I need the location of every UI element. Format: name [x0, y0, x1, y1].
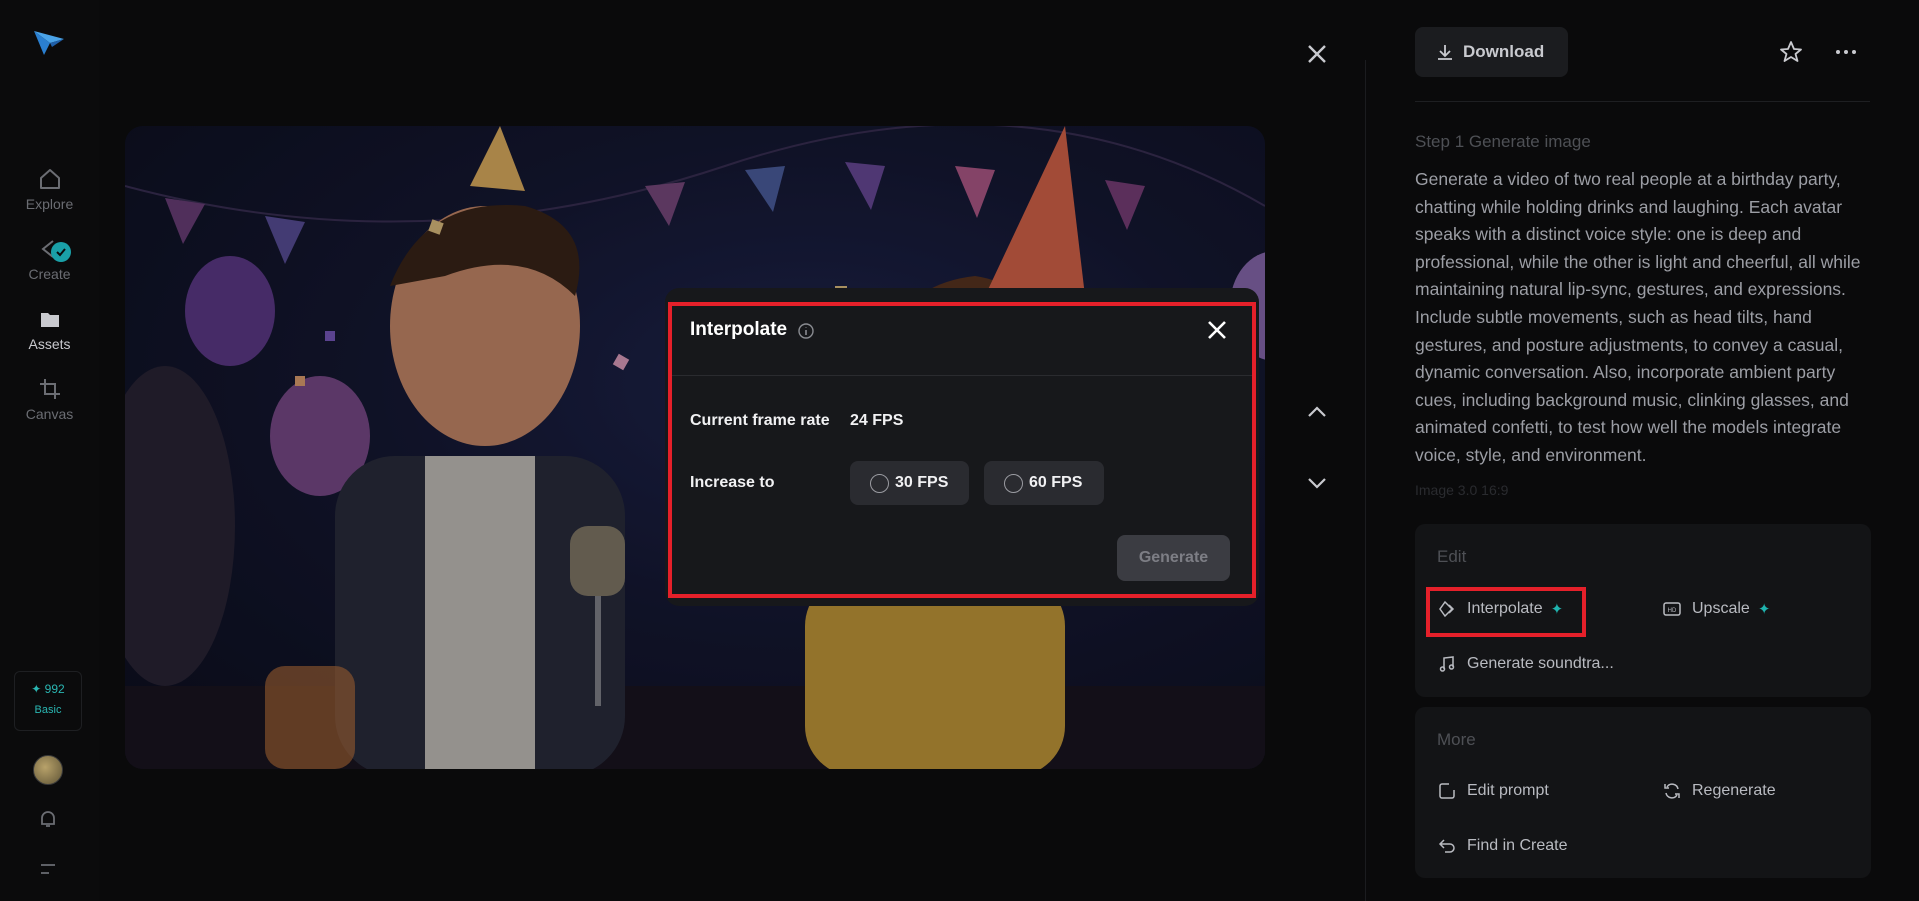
- avatar[interactable]: [33, 755, 63, 785]
- soundtrack-label: Generate soundtra...: [1467, 655, 1614, 672]
- find-in-create-action[interactable]: Find in Create: [1437, 836, 1568, 856]
- svg-text:HD: HD: [1668, 608, 1677, 614]
- more-card-title: More: [1437, 730, 1476, 749]
- regenerate-action[interactable]: Regenerate: [1662, 781, 1776, 801]
- sidebar-item-label: Create: [28, 266, 71, 282]
- step-label: Step 1 Generate image: [1415, 132, 1591, 151]
- increase-to-label: Increase to: [690, 474, 775, 491]
- fps-option-label: 60 FPS: [1029, 474, 1083, 491]
- interpolate-label: Interpolate: [1467, 600, 1543, 617]
- sidebar-item-explore[interactable]: Explore: [0, 166, 99, 212]
- radio-icon: [870, 473, 889, 493]
- menu-icon[interactable]: [37, 858, 59, 880]
- find-in-create-label: Find in Create: [1467, 837, 1568, 854]
- credits-badge[interactable]: ✦ 992 Basic: [14, 671, 82, 731]
- radio-icon: [1004, 473, 1023, 493]
- music-note-icon: [1439, 656, 1455, 672]
- home-icon: [39, 169, 60, 189]
- download-label: Download: [1463, 42, 1545, 61]
- current-frame-rate-value: 24 FPS: [850, 412, 904, 429]
- prompt-text: Generate a video of two real people at a…: [1415, 169, 1861, 465]
- refresh-icon: [1664, 783, 1680, 799]
- star-icon[interactable]: [1779, 40, 1803, 64]
- dialog-title: Interpolate: [690, 319, 788, 340]
- regenerate-label: Regenerate: [1692, 782, 1776, 799]
- sidebar-item-label: Explore: [25, 196, 74, 212]
- current-frame-rate-label: Current frame rate: [690, 412, 830, 429]
- upscale-label: Upscale: [1692, 600, 1750, 617]
- sparkle-icon: ✦: [1757, 601, 1771, 618]
- dialog-close-icon[interactable]: [1205, 318, 1229, 342]
- folder-icon: [40, 313, 59, 327]
- bell-icon[interactable]: [37, 808, 59, 830]
- left-sidebar: Explore Create Assets Canvas ✦ 992 Basic: [0, 0, 99, 901]
- check-badge-icon: [51, 242, 71, 262]
- upscale-action[interactable]: HD Upscale ✦: [1662, 599, 1770, 619]
- more-options-icon[interactable]: [1833, 40, 1859, 64]
- return-icon: [1438, 839, 1455, 853]
- interpolate-action[interactable]: Interpolate ✦: [1437, 599, 1563, 619]
- image-meta: Image 3.0 16:9: [1415, 482, 1509, 498]
- download-icon: [1438, 45, 1452, 60]
- app-logo-icon[interactable]: [32, 25, 66, 59]
- dialog-divider: [672, 375, 1252, 376]
- fps-option-label: 30 FPS: [895, 474, 949, 491]
- sidebar-item-assets[interactable]: Assets: [0, 306, 99, 352]
- plan-label: Basic: [34, 704, 62, 716]
- sidebar-item-label: Assets: [28, 336, 71, 352]
- edit-card-title: Edit: [1437, 547, 1467, 566]
- generate-soundtrack-action[interactable]: Generate soundtra...: [1437, 654, 1614, 674]
- sidebar-item-create[interactable]: Create: [0, 236, 99, 282]
- info-icon[interactable]: [797, 322, 815, 340]
- chevron-down-icon[interactable]: [1303, 469, 1331, 497]
- panel-divider: [1415, 101, 1870, 102]
- edit-prompt-label: Edit prompt: [1467, 782, 1549, 799]
- sidebar-item-label: Canvas: [25, 406, 74, 422]
- crop-icon: [39, 379, 60, 399]
- chevron-up-icon[interactable]: [1303, 398, 1331, 426]
- fps-option-60[interactable]: 60 FPS: [984, 461, 1104, 505]
- edit-prompt-action[interactable]: Edit prompt: [1437, 781, 1549, 801]
- credits-amount: ✦ 992: [31, 682, 65, 696]
- hd-icon: HD: [1663, 602, 1681, 616]
- close-viewer-icon[interactable]: [1303, 40, 1331, 68]
- generate-button[interactable]: Generate: [1117, 535, 1230, 581]
- panel-separator: [1365, 60, 1366, 901]
- interpolate-icon: [1439, 600, 1455, 618]
- fps-option-30[interactable]: 30 FPS: [850, 461, 969, 505]
- edit-icon: [1439, 783, 1455, 799]
- sidebar-item-canvas[interactable]: Canvas: [0, 376, 99, 422]
- sparkle-icon: ✦: [1550, 601, 1564, 618]
- download-button[interactable]: Download: [1415, 27, 1568, 77]
